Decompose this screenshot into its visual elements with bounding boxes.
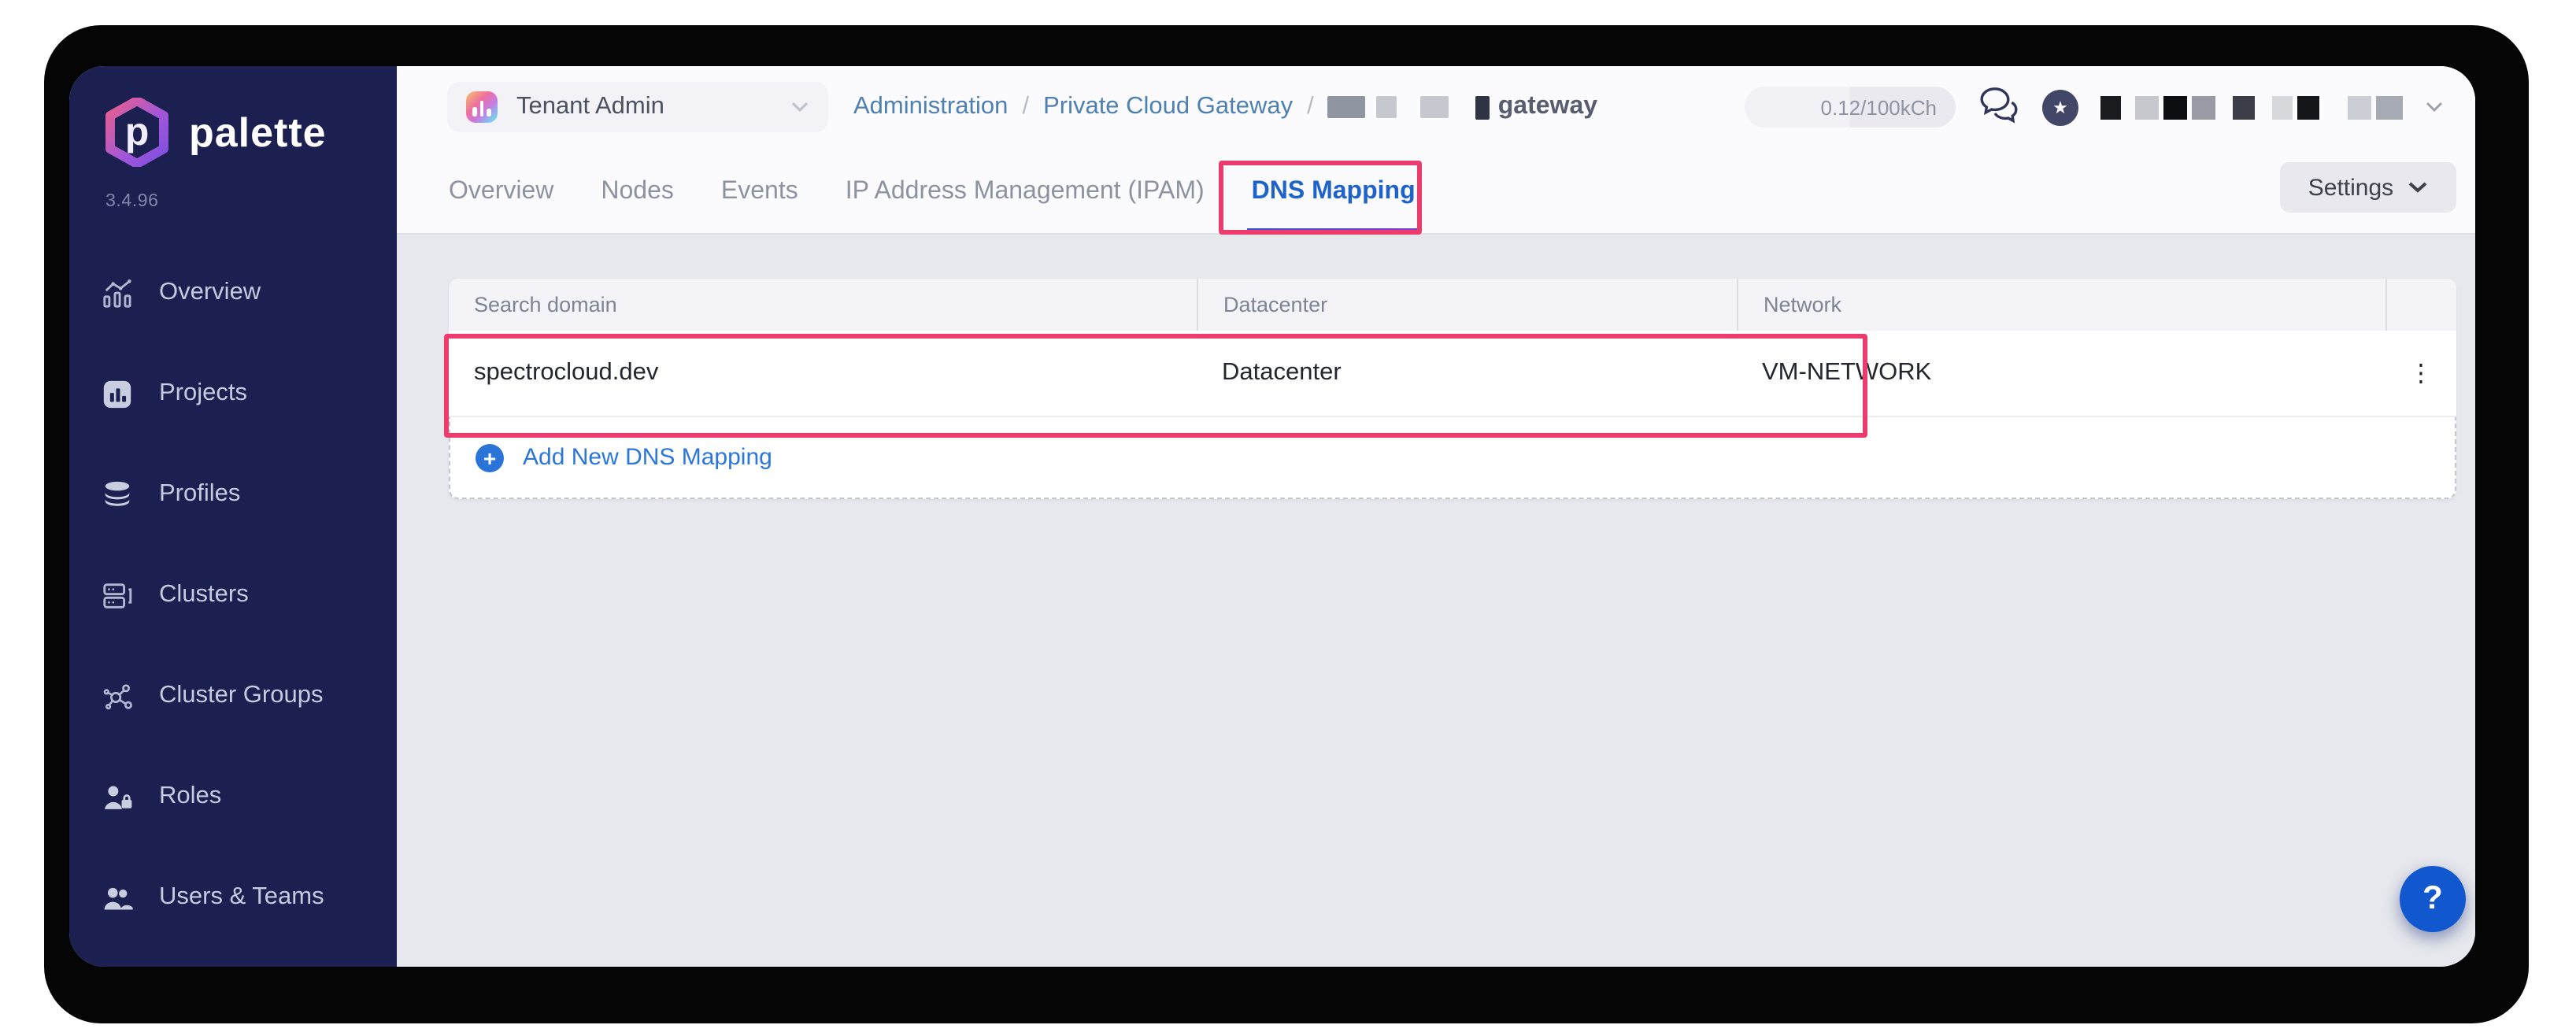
help-button[interactable]: ? <box>2400 866 2466 932</box>
cluster-groups-icon <box>101 679 134 712</box>
sidebar-item-roles[interactable]: Roles <box>69 746 397 847</box>
redacted-text <box>1421 96 1449 118</box>
svg-text:p: p <box>125 109 150 154</box>
tenant-scope-icon <box>466 91 498 123</box>
usage-badge-text: 0.12/100kCh <box>1821 95 1937 119</box>
table-row[interactable]: spectrocloud.dev Datacenter VM-NETWORK ⋮ <box>449 331 2456 417</box>
chat-icon[interactable] <box>1978 83 2020 131</box>
role-lock-icon <box>101 780 134 813</box>
row-actions-kebab-icon[interactable]: ⋮ <box>2385 358 2456 388</box>
sidebar-item-users-teams[interactable]: Users & Teams <box>69 847 397 948</box>
settings-button-label: Settings <box>2308 174 2393 201</box>
tab-dns-mapping[interactable]: DNS Mapping <box>1252 151 1416 233</box>
sidebar: p palette 3.4.96 Overview <box>69 66 397 967</box>
redacted-text <box>1476 95 1490 119</box>
sidebar-item-label: Clusters <box>159 581 249 609</box>
breadcrumb: Administration / Private Cloud Gateway /… <box>853 82 1597 132</box>
add-dns-mapping-label: Add New DNS Mapping <box>523 444 772 471</box>
breadcrumb-separator: / <box>1022 93 1029 121</box>
star-badge-icon[interactable]: ★ <box>2042 89 2078 125</box>
breadcrumb-current-label: gateway <box>1498 93 1597 121</box>
app-version: 3.4.96 <box>105 192 159 211</box>
tab-bar: Overview Nodes Events IP Address Managem… <box>449 151 1416 233</box>
sidebar-item-label: Profiles <box>159 480 240 509</box>
brand-name: palette <box>189 108 327 157</box>
column-header-network: Network <box>1737 279 2385 331</box>
servers-icon <box>101 579 134 612</box>
user-menu-chevron-icon[interactable] <box>2425 93 2444 121</box>
screenshot-stage: p palette 3.4.96 Overview <box>0 0 2576 1036</box>
tab-ipam[interactable]: IP Address Management (IPAM) <box>846 151 1205 233</box>
table-header-row: Search domain Datacenter Network <box>449 279 2456 331</box>
tab-overview[interactable]: Overview <box>449 151 553 233</box>
palette-logo-icon: p <box>105 98 168 167</box>
layers-icon <box>101 478 134 511</box>
sidebar-item-label: Users & Teams <box>159 883 324 912</box>
tab-nodes[interactable]: Nodes <box>601 151 674 233</box>
settings-button[interactable]: Settings <box>2280 162 2456 213</box>
analytics-icon <box>101 276 134 309</box>
sidebar-item-projects[interactable]: Projects <box>69 343 397 444</box>
cell-network: VM-NETWORK <box>1737 359 2385 387</box>
sidebar-item-overview[interactable]: Overview <box>69 242 397 343</box>
chevron-down-icon <box>2408 181 2428 194</box>
redacted-avatar <box>2348 95 2403 119</box>
sidebar-item-profiles[interactable]: Profiles <box>69 444 397 545</box>
column-header-datacenter: Datacenter <box>1197 279 1737 331</box>
main-area: Tenant Admin Administration / Private Cl… <box>397 66 2475 967</box>
sidebar-item-label: Projects <box>159 379 247 408</box>
tab-events[interactable]: Events <box>721 151 798 233</box>
app-logo[interactable]: p palette <box>105 98 327 167</box>
sidebar-item-clusters[interactable]: Clusters <box>69 545 397 646</box>
users-icon <box>101 881 134 914</box>
sidebar-item-label: Overview <box>159 279 261 307</box>
redacted-text <box>1328 96 1366 118</box>
scope-selector-label: Tenant Admin <box>516 93 664 121</box>
column-header-search-domain: Search domain <box>449 279 1197 331</box>
breadcrumb-link-private-cloud-gateway[interactable]: Private Cloud Gateway <box>1043 93 1293 121</box>
dns-mapping-table: Search domain Datacenter Network spectro… <box>449 279 2456 499</box>
plus-icon: + <box>476 443 504 472</box>
scope-selector[interactable]: Tenant Admin <box>447 82 828 132</box>
chevron-down-icon <box>790 93 809 121</box>
breadcrumb-current: gateway <box>1328 93 1597 121</box>
breadcrumb-separator: / <box>1307 93 1314 121</box>
cell-datacenter: Datacenter <box>1197 359 1737 387</box>
cell-search-domain: spectrocloud.dev <box>449 359 1197 387</box>
column-header-actions <box>2385 279 2456 331</box>
usage-badge: 0.12/100kCh <box>1745 87 1956 128</box>
redacted-user-name <box>2100 95 2319 119</box>
projects-icon <box>101 377 134 410</box>
sidebar-item-label: Roles <box>159 783 221 811</box>
sidebar-item-label: Cluster Groups <box>159 682 323 710</box>
sidebar-item-cluster-groups[interactable]: Cluster Groups <box>69 646 397 746</box>
add-dns-mapping-row[interactable]: + Add New DNS Mapping <box>449 417 2456 499</box>
topbar-right-cluster: 0.12/100kCh ★ <box>1745 82 2444 132</box>
breadcrumb-link-administration[interactable]: Administration <box>853 93 1008 121</box>
redacted-text <box>1377 96 1397 118</box>
app-window: p palette 3.4.96 Overview <box>69 66 2475 967</box>
sidebar-menu: Overview Projects <box>69 242 397 948</box>
